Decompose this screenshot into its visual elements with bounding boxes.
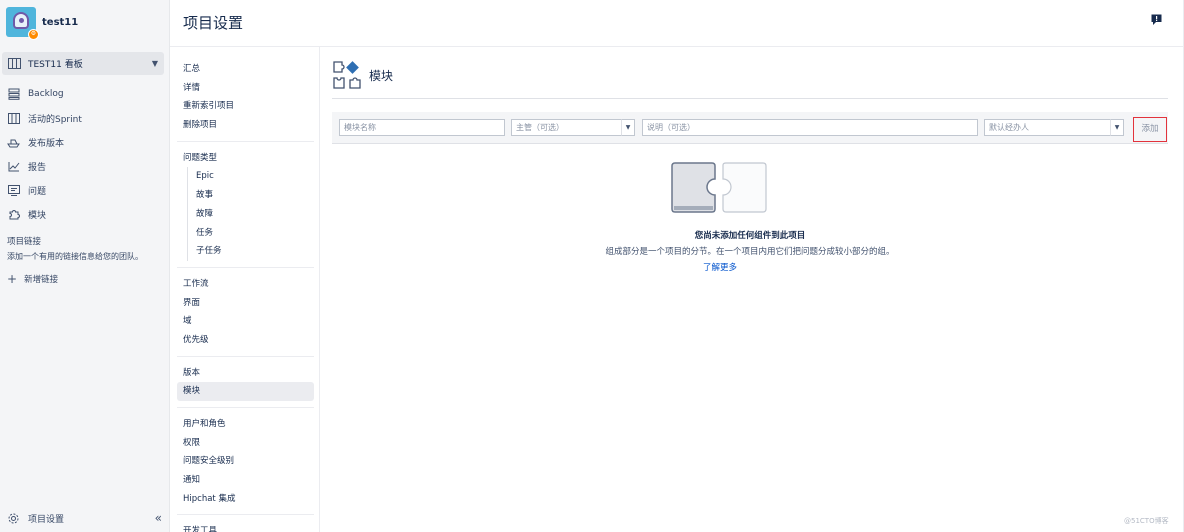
settings-item-components[interactable]: 模块 [177,382,314,401]
settings-item-workflows[interactable]: 工作流 [177,275,314,294]
settings-menu-border [319,46,320,532]
report-chart-icon [7,160,20,173]
add-link-button[interactable]: + 新增链接 [7,272,58,286]
avatar-badge-icon: ⚙ [28,29,39,40]
page-title: 项目设置 [183,14,244,32]
settings-item-dev-tools[interactable]: 开发工具 [177,522,314,532]
settings-item-permissions[interactable]: 权限 [177,434,314,453]
sidebar-item-reports[interactable]: 报告 [7,154,163,178]
settings-item-delete[interactable]: 删除项目 [177,116,314,135]
sidebar-item-label: 活动的Sprint [28,114,82,125]
puzzle-icon [7,208,20,221]
project-links-description: 添加一个有用的链接信息给您的团队。 [7,252,143,261]
header-divider [170,46,1184,47]
sidebar-item-issues[interactable]: 问题 [7,178,163,202]
learn-more-link[interactable]: 了解更多 [332,261,1108,273]
sidebar-footer: 项目设置 « [7,511,162,525]
chevron-down-icon: ▼ [151,59,158,68]
learn-more-label[interactable]: 了解更多 [703,263,737,273]
settings-divider [177,266,314,268]
settings-item-priorities[interactable]: 优先级 [177,331,314,350]
add-component-form: ▼ ▼ 添加 [332,112,1168,144]
watermark: @51CTO博客 [1124,517,1169,525]
project-links-title: 项目链接 [7,237,42,247]
issue-types-submenu: Epic 故事 故障 任务 子任务 [187,167,314,261]
section-divider [332,98,1168,99]
sidebar-item-releases[interactable]: 发布版本 [7,130,163,154]
empty-state-puzzle-icon [670,162,768,217]
project-settings-link[interactable]: 项目设置 [28,512,64,525]
settings-divider [177,514,314,516]
settings-item-users-roles[interactable]: 用户和角色 [177,415,314,434]
settings-item-details[interactable]: 详情 [177,79,314,98]
sidebar-item-label: Backlog [28,89,64,99]
project-name[interactable]: test11 [42,17,78,28]
settings-divider [177,355,314,357]
empty-state-description: 组成部分是一个项目的分节。在一个项目内用它们把问题分成较小部分的组。 [605,247,895,257]
settings-item-screens[interactable]: 界面 [177,294,314,313]
active-sprint-icon [7,112,20,125]
sidebar-item-label: 发布版本 [28,138,65,149]
ship-icon [7,136,20,149]
sidebar-item-components[interactable]: 模块 [7,202,163,226]
settings-item-summary[interactable]: 汇总 [177,60,314,79]
component-name-input[interactable] [339,119,505,136]
settings-item-story[interactable]: 故事 [188,186,314,205]
plus-icon: + [7,272,18,286]
board-icon [8,58,21,69]
settings-item-versions[interactable]: 版本 [177,364,314,383]
settings-divider [177,140,314,142]
feedback-icon[interactable] [1151,14,1162,29]
project-header[interactable]: ⚙ test11 [6,7,78,40]
settings-item-notifications[interactable]: 通知 [177,471,314,490]
component-lead-select[interactable] [511,119,622,136]
sidebar-nav: Backlog 活动的Sprint 发布版本 报告 问题 模块 [7,82,163,226]
settings-divider [177,407,314,408]
project-avatar[interactable]: ⚙ [6,7,39,40]
settings-item-bug[interactable]: 故障 [188,205,314,224]
components-puzzle-icon [332,60,362,93]
section-title: 模块 [369,69,394,83]
board-selector[interactable]: TEST11 看板 ▼ [2,52,164,75]
sidebar-item-active-sprint[interactable]: 活动的Sprint [7,106,163,130]
board-selector-label: TEST11 看板 [28,60,83,70]
backlog-icon [7,88,20,101]
project-sidebar: ⚙ test11 TEST11 看板 ▼ Backlog 活动的Sprint 发… [0,0,170,532]
gear-icon[interactable] [7,512,20,525]
collapse-sidebar-icon[interactable]: « [155,511,162,525]
settings-item-task[interactable]: 任务 [188,224,314,243]
avatar-face-icon [13,12,29,29]
settings-item-issue-security[interactable]: 问题安全级别 [177,452,314,471]
add-link-label: 新增链接 [24,275,59,285]
sidebar-item-backlog[interactable]: Backlog [7,82,163,106]
issues-icon [7,184,20,197]
settings-item-reindex[interactable]: 重新索引项目 [177,97,314,116]
settings-item-fields[interactable]: 域 [177,312,314,331]
chevron-down-icon[interactable]: ▼ [621,119,635,136]
chevron-down-icon[interactable]: ▼ [1110,119,1124,136]
settings-menu: 汇总 详情 重新索引项目 删除项目 问题类型 Epic 故事 故障 任务 子任务… [177,60,314,532]
component-description-input[interactable] [642,119,978,136]
settings-item-subtask[interactable]: 子任务 [188,242,314,261]
sidebar-item-label: 模块 [28,210,47,221]
default-assignee-select[interactable] [984,119,1111,136]
sidebar-item-label: 报告 [28,162,47,173]
settings-item-hipchat[interactable]: Hipchat 集成 [177,490,314,509]
sidebar-item-label: 问题 [28,186,47,197]
settings-item-issue-types[interactable]: 问题类型 [177,149,314,168]
settings-item-epic[interactable]: Epic [188,167,314,186]
empty-state-title: 您尚未添加任何组件到此项目 [694,231,806,241]
add-component-button[interactable]: 添加 [1133,117,1167,142]
